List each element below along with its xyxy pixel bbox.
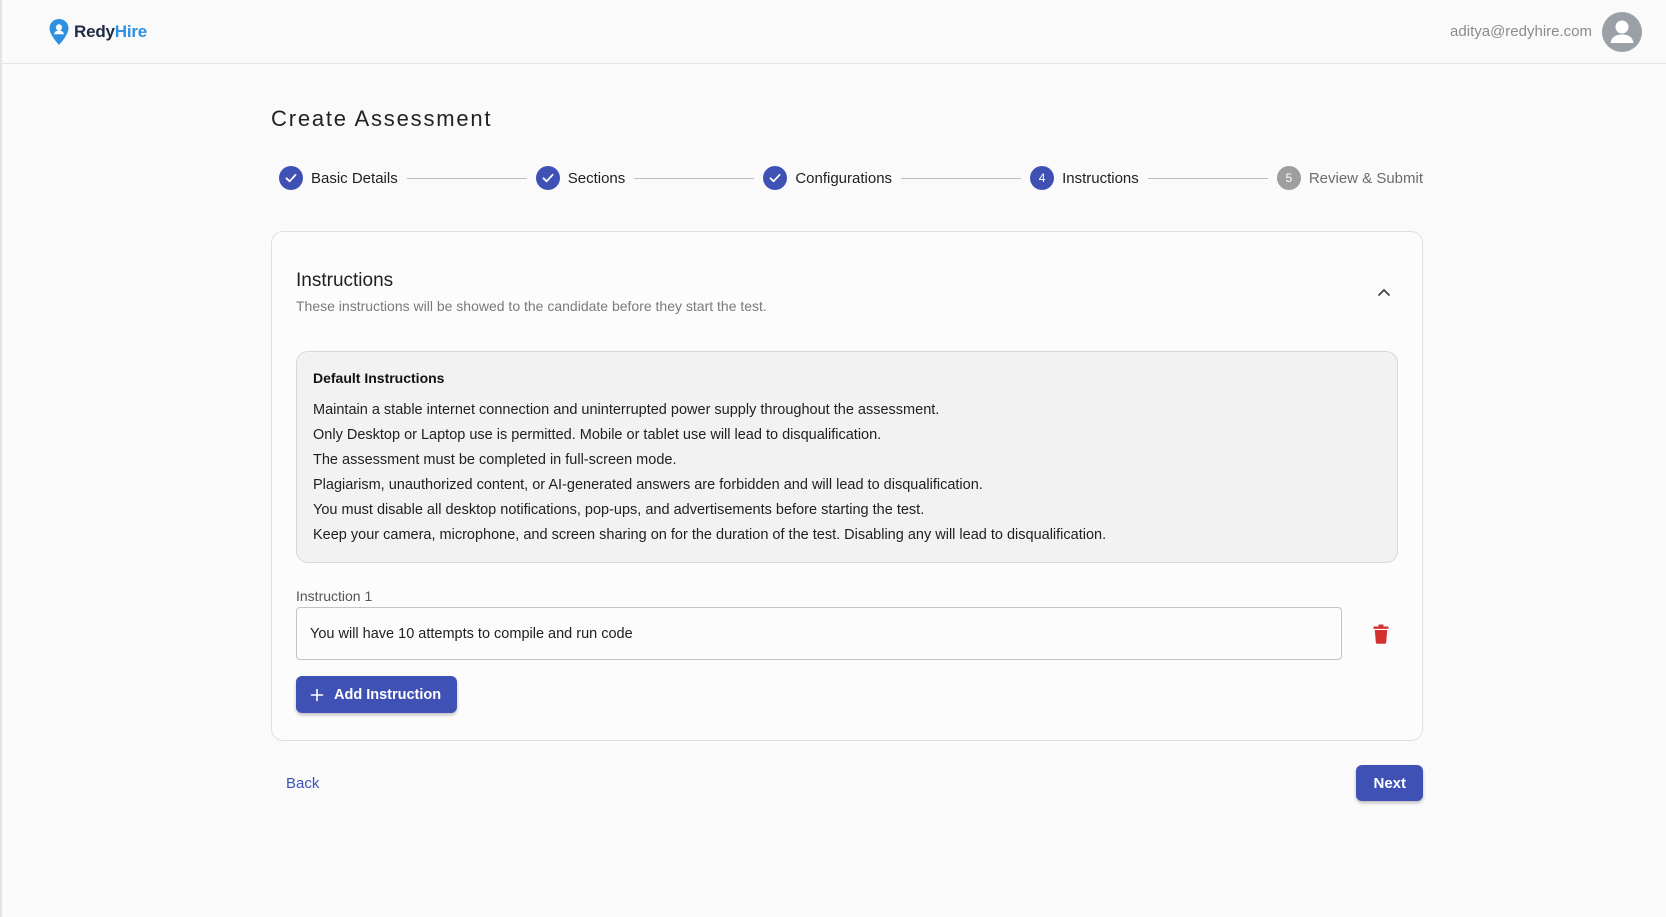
step-label: Configurations — [795, 169, 893, 187]
step-configurations[interactable]: Configurations — [763, 166, 892, 190]
main-content: Create Assessment Basic Details Sections… — [271, 64, 1423, 801]
default-instruction-item: You must disable all desktop notificatio… — [313, 502, 925, 518]
default-instruction-item: Keep your camera, microphone, and screen… — [313, 527, 1107, 543]
next-button[interactable]: Next — [1356, 765, 1423, 801]
brand-logo[interactable]: RedyHire — [48, 18, 147, 46]
step-instructions[interactable]: 4 Instructions — [1030, 166, 1139, 190]
form-footer: Back Next — [271, 765, 1423, 801]
instruction-1-row — [296, 607, 1398, 660]
default-instruction-item: Only Desktop or Laptop use is permitted.… — [313, 427, 882, 443]
brand-name: RedyHire — [74, 21, 148, 41]
instructions-card: Instructions These instructions will be … — [271, 231, 1423, 741]
step-connector — [901, 177, 1022, 179]
plus-icon — [310, 688, 324, 701]
trash-icon — [1373, 624, 1389, 644]
default-instruction-item: The assessment must be completed in full… — [313, 452, 677, 468]
step-number-badge: 4 — [1030, 166, 1055, 190]
back-button[interactable]: Back — [271, 775, 334, 792]
person-icon — [1610, 20, 1634, 43]
instruction-1-input[interactable] — [296, 607, 1342, 660]
step-complete-check-icon — [535, 166, 560, 190]
chevron-up-icon — [1378, 289, 1390, 296]
delete-instruction-button[interactable] — [1366, 619, 1396, 649]
add-instruction-button[interactable]: Add Instruction — [296, 676, 458, 713]
card-subtitle: These instructions will be showed to the… — [296, 298, 767, 314]
step-review-submit[interactable]: 5 Review & Submit — [1276, 166, 1424, 190]
top-bar: RedyHire aditya@redyhire.com — [2, 0, 1666, 64]
step-number-badge: 5 — [1276, 166, 1301, 190]
step-sections[interactable]: Sections — [535, 166, 626, 190]
default-instruction-item: Maintain a stable internet connection an… — [313, 402, 940, 418]
step-label: Basic Details — [311, 169, 398, 187]
instruction-1-label: Instruction 1 — [296, 588, 373, 604]
window-edge — [0, 0, 2, 917]
avatar[interactable] — [1602, 11, 1642, 52]
user-email: aditya@redyhire.com — [1450, 23, 1592, 40]
step-basic-details[interactable]: Basic Details — [279, 166, 398, 190]
default-instructions-box: Default Instructions Maintain a stable i… — [296, 351, 1398, 563]
page-title: Create Assessment — [271, 106, 493, 131]
step-label: Sections — [567, 169, 626, 187]
step-complete-check-icon — [279, 166, 303, 190]
step-complete-check-icon — [763, 166, 788, 190]
collapse-button[interactable] — [1372, 280, 1396, 304]
step-label: Review & Submit — [1308, 169, 1424, 187]
card-title: Instructions — [296, 270, 394, 291]
default-instructions-title: Default Instructions — [313, 370, 445, 386]
step-connector — [406, 177, 527, 179]
default-instruction-item: Plagiarism, unauthorized content, or AI-… — [313, 477, 983, 493]
step-connector — [634, 177, 755, 179]
add-instruction-label: Add Instruction — [334, 686, 442, 703]
step-connector — [1147, 177, 1268, 179]
location-pin-logo-icon — [49, 18, 69, 45]
step-label: Instructions — [1062, 169, 1139, 187]
stepper: Basic Details Sections Configurations 4 … — [271, 165, 1423, 191]
user-menu[interactable]: aditya@redyhire.com — [1450, 11, 1642, 52]
